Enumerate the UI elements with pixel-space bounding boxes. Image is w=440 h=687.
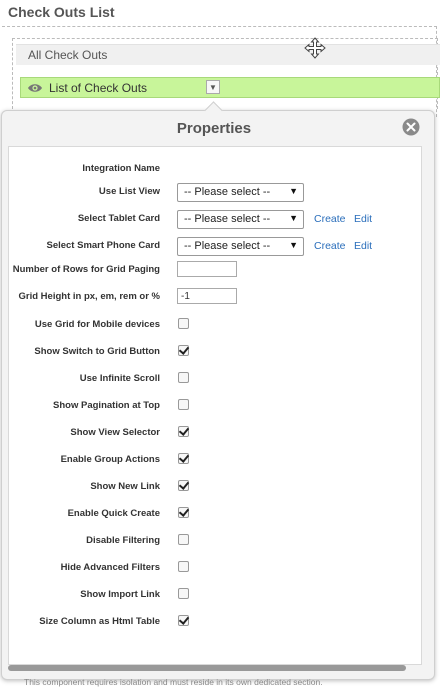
checkbox-label: Use Infinite Scroll [79, 373, 160, 384]
use-list-view-label: Use List View [98, 186, 160, 197]
grid-paging-label: Number of Rows for Grid Paging [12, 264, 160, 275]
smart-phone-card-label: Select Smart Phone Card [46, 240, 160, 251]
tablet-card-row: Select Tablet Card -- Please select -- ▼… [9, 210, 421, 229]
checkbox[interactable] [178, 534, 189, 545]
checkbox-row: Enable Group Actions [9, 451, 421, 469]
smart-phone-card-create-link[interactable]: Create [314, 240, 346, 252]
use-list-view-row: Use List View -- Please select -- ▼ [9, 183, 421, 202]
list-of-check-outs-label: List of Check Outs [49, 81, 148, 95]
grid-height-row: Grid Height in px, em, rem or % [9, 288, 421, 306]
checkbox-row: Hide Advanced Filters [9, 559, 421, 577]
checkbox-label: Show New Link [90, 481, 160, 492]
checkbox[interactable] [178, 561, 189, 572]
checkbox-label: Show Import Link [80, 589, 160, 600]
grid-paging-input[interactable] [177, 261, 237, 277]
checkbox-row: Show Switch to Grid Button [9, 343, 421, 361]
grid-paging-row: Number of Rows for Grid Paging [9, 261, 421, 279]
tablet-card-edit-link[interactable]: Edit [354, 213, 372, 225]
checkbox-row: Disable Filtering [9, 532, 421, 550]
chevron-down-icon: ▼ [289, 240, 298, 250]
page-title: Check Outs List [8, 4, 115, 20]
horizontal-scrollbar[interactable] [8, 665, 406, 671]
checkbox[interactable] [178, 426, 189, 437]
all-check-outs-label: All Check Outs [28, 48, 108, 62]
smart-phone-card-edit-link[interactable]: Edit [354, 240, 372, 252]
checkbox-label: Show View Selector [70, 427, 160, 438]
chevron-down-icon[interactable]: ▼ [206, 80, 220, 94]
use-list-view-value: -- Please select -- [184, 186, 271, 198]
checkbox-row: Use Infinite Scroll [9, 370, 421, 388]
checkbox-label: Size Column as Html Table [39, 616, 160, 627]
checkbox-label: Use Grid for Mobile devices [34, 319, 160, 330]
checkbox-label: Enable Quick Create [67, 508, 160, 519]
move-icon[interactable] [304, 37, 326, 59]
checkbox-label: Enable Group Actions [60, 454, 160, 465]
chevron-down-icon: ▼ [289, 186, 298, 196]
checkbox[interactable] [178, 318, 189, 329]
smart-phone-card-value: -- Please select -- [184, 240, 271, 252]
tablet-card-label: Select Tablet Card [77, 213, 160, 224]
checkbox-row: Show Import Link [9, 586, 421, 604]
checkbox[interactable] [178, 588, 189, 599]
checkbox-row: Show New Link [9, 478, 421, 496]
checkbox[interactable] [178, 345, 189, 356]
checkbox[interactable] [178, 480, 189, 491]
smart-phone-card-select[interactable]: -- Please select -- ▼ [177, 237, 304, 256]
list-of-check-outs-bar[interactable]: List of Check Outs ▼ [20, 77, 440, 98]
checkbox-row: Size Column as Html Table [9, 613, 421, 631]
smart-phone-card-row: Select Smart Phone Card -- Please select… [9, 237, 421, 256]
integration-name-row: Integration Name [9, 160, 421, 178]
chevron-down-icon: ▼ [289, 213, 298, 223]
tablet-card-value: -- Please select -- [184, 213, 271, 225]
tablet-card-select[interactable]: -- Please select -- ▼ [177, 210, 304, 229]
checkbox[interactable] [178, 453, 189, 464]
checkbox-label: Show Pagination at Top [53, 400, 160, 411]
checkbox-row: Show Pagination at Top [9, 397, 421, 415]
tablet-card-create-link[interactable]: Create [314, 213, 346, 225]
properties-form: Integration Name Use List View -- Please… [8, 146, 422, 687]
checkbox-row: Use Grid for Mobile devices [9, 316, 421, 334]
checkbox-row: Enable Quick Create [9, 505, 421, 523]
use-list-view-select[interactable]: -- Please select -- ▼ [177, 183, 304, 202]
checkbox[interactable] [178, 399, 189, 410]
properties-panel: Properties Integration Name Use List Vie… [1, 101, 435, 687]
integration-name-label: Integration Name [82, 163, 160, 174]
checkbox-row: Show View Selector [9, 424, 421, 442]
checkbox-label: Show Switch to Grid Button [34, 346, 160, 357]
checkbox-label: Hide Advanced Filters [60, 562, 160, 573]
checkbox[interactable] [178, 372, 189, 383]
eye-icon[interactable] [27, 82, 43, 94]
close-icon[interactable] [402, 118, 420, 136]
grid-height-label: Grid Height in px, em, rem or % [18, 291, 160, 302]
grid-height-input[interactable] [177, 288, 237, 304]
all-check-outs-bar[interactable]: All Check Outs [16, 44, 440, 65]
isolation-note: This component requires isolation and mu… [24, 677, 323, 687]
checkbox[interactable] [178, 507, 189, 518]
checkbox[interactable] [178, 615, 189, 626]
panel-title: Properties [176, 120, 252, 137]
checkbox-label: Disable Filtering [86, 535, 160, 546]
